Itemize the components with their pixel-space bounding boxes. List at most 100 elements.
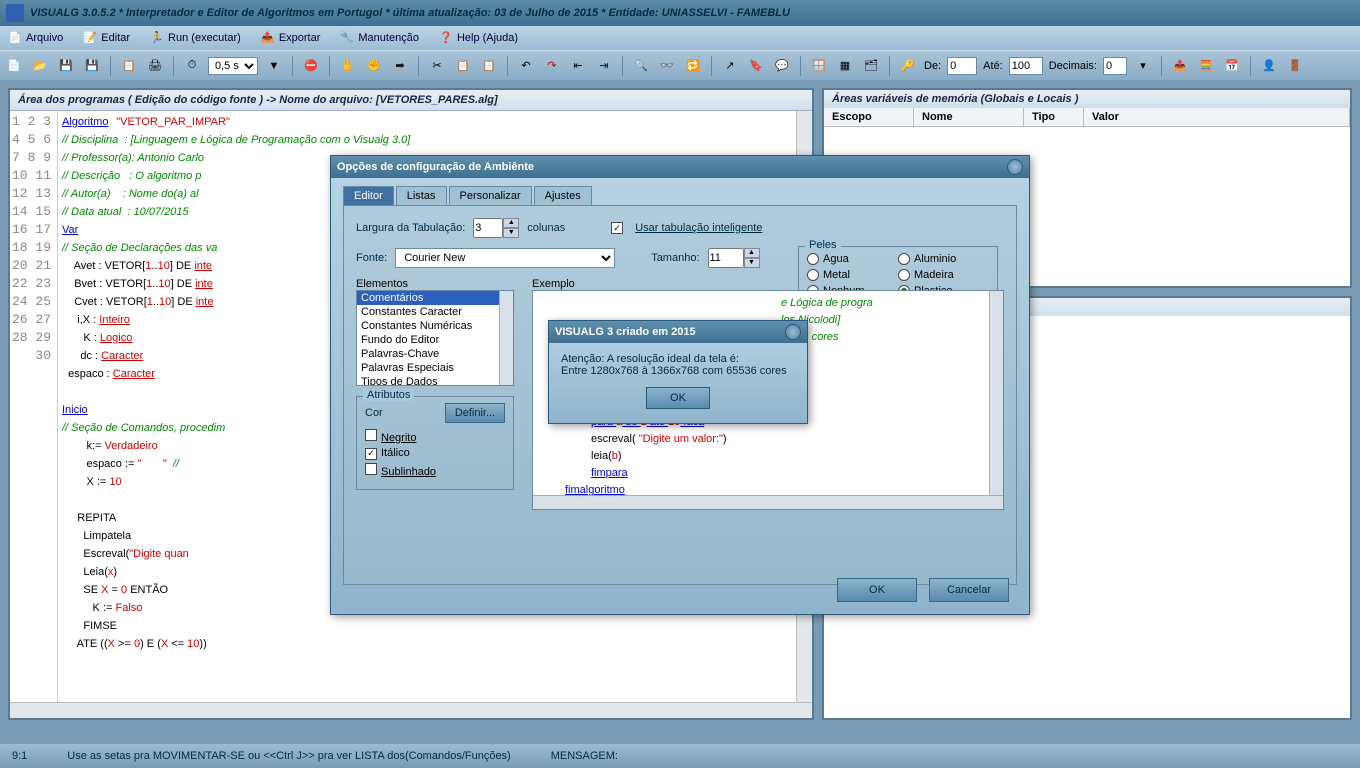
- col-valor[interactable]: Valor: [1084, 108, 1350, 126]
- copy-text-button[interactable]: 📋: [119, 56, 139, 76]
- separator: [889, 56, 890, 76]
- window-title: VISUALG 3.0.5.2 * Interpretador e Editor…: [30, 7, 790, 19]
- toolbar: 📄 📂 💾 💾 📋 🖨 ⏱ 0,5 s ▼ ⛔ ✋ ✊ ➡ ✂ 📋 📋 ↶ ↷ …: [0, 50, 1360, 80]
- replace-button[interactable]: 🔁: [683, 56, 703, 76]
- comment-button[interactable]: 💬: [772, 56, 792, 76]
- hand-button[interactable]: ✋: [338, 56, 358, 76]
- example-hscrollbar[interactable]: [533, 495, 1003, 509]
- calendar-button[interactable]: 📅: [1222, 56, 1242, 76]
- sublinhado-checkbox[interactable]: [365, 463, 377, 475]
- find-button[interactable]: 👓: [657, 56, 677, 76]
- list-item[interactable]: Fundo do Editor: [357, 333, 513, 347]
- col-escopo[interactable]: Escopo: [824, 108, 914, 126]
- separator: [800, 56, 801, 76]
- grab-button[interactable]: ✊: [364, 56, 384, 76]
- separator: [711, 56, 712, 76]
- new-button[interactable]: 📄: [4, 56, 24, 76]
- largura-input[interactable]: [473, 218, 503, 238]
- cut-button[interactable]: ✂: [427, 56, 447, 76]
- indent-left-button[interactable]: ⇤: [568, 56, 588, 76]
- open-button[interactable]: 📂: [30, 56, 50, 76]
- italico-checkbox[interactable]: [365, 448, 377, 460]
- variables-header: Escopo Nome Tipo Valor: [824, 108, 1350, 127]
- radio-metal[interactable]: [807, 269, 819, 281]
- stop-button[interactable]: ⛔: [301, 56, 321, 76]
- negrito-checkbox[interactable]: [365, 429, 377, 441]
- list-item[interactable]: Tipos de Dados: [357, 375, 513, 386]
- menu-help[interactable]: ❓Help (Ajuda): [435, 29, 522, 47]
- list-item[interactable]: Constantes Numéricas: [357, 319, 513, 333]
- paste-button[interactable]: 📋: [479, 56, 499, 76]
- radio-aluminio[interactable]: [898, 253, 910, 265]
- alert-close-icon[interactable]: [785, 324, 801, 340]
- tab-ajustes[interactable]: Ajustes: [534, 186, 592, 205]
- time-select[interactable]: 0,5 s: [208, 57, 258, 75]
- elementos-listbox[interactable]: Comentários Constantes Caracter Constant…: [356, 290, 514, 386]
- config-close-icon[interactable]: [1007, 159, 1023, 175]
- config-cancel-button[interactable]: Cancelar: [929, 578, 1009, 602]
- menu-arquivo[interactable]: 📄Arquivo: [4, 29, 67, 47]
- calc-button[interactable]: 🧮: [1196, 56, 1216, 76]
- tamanho-spinner[interactable]: ▲▼: [708, 248, 760, 268]
- list-item[interactable]: Comentários: [357, 291, 513, 305]
- tamanho-input[interactable]: [708, 248, 744, 268]
- col-tipo[interactable]: Tipo: [1024, 108, 1084, 126]
- save-dropdown[interactable]: 💾: [56, 56, 76, 76]
- alert-ok-button[interactable]: OK: [646, 387, 710, 409]
- timer-down-button[interactable]: ▼: [264, 56, 284, 76]
- spin-down-icon[interactable]: ▼: [744, 258, 760, 268]
- config-ok-button[interactable]: OK: [837, 578, 917, 602]
- cursor-position: 9:1: [12, 750, 27, 762]
- list-item[interactable]: Palavras-Chave: [357, 347, 513, 361]
- de-label: De:: [924, 60, 941, 72]
- indent-right-button[interactable]: ⇥: [594, 56, 614, 76]
- list-item[interactable]: Palavras Especiais: [357, 361, 513, 375]
- key-button[interactable]: 🔑: [898, 56, 918, 76]
- copy-button[interactable]: 📋: [453, 56, 473, 76]
- cascade-button[interactable]: 🗂: [861, 56, 881, 76]
- decimais-input[interactable]: [1103, 57, 1127, 75]
- menu-manutencao[interactable]: 🔧Manutenção: [336, 29, 423, 47]
- menu-exportar[interactable]: 📤Exportar: [257, 29, 325, 47]
- code-hscrollbar[interactable]: [10, 702, 812, 718]
- spin-up-icon[interactable]: ▲: [503, 218, 519, 228]
- undo-button[interactable]: ↶: [516, 56, 536, 76]
- radio-agua[interactable]: [807, 253, 819, 265]
- search-button[interactable]: 🔍: [631, 56, 651, 76]
- menu-editar[interactable]: 📝Editar: [79, 29, 134, 47]
- tab-listas[interactable]: Listas: [396, 186, 447, 205]
- example-vscrollbar[interactable]: [989, 291, 1003, 495]
- listbox-scrollbar[interactable]: [499, 291, 513, 385]
- timer-button[interactable]: ⏱: [182, 56, 202, 76]
- spin-up-icon[interactable]: ▲: [744, 248, 760, 258]
- window-button[interactable]: 🪟: [809, 56, 829, 76]
- save-button[interactable]: 💾: [82, 56, 102, 76]
- print-button[interactable]: 🖨: [145, 56, 165, 76]
- tab-editor[interactable]: Editor: [343, 186, 394, 205]
- wrench-icon: 🔧: [340, 31, 354, 45]
- usar-tab-checkbox[interactable]: [611, 222, 623, 234]
- list-item[interactable]: Constantes Caracter: [357, 305, 513, 319]
- ate-input[interactable]: [1009, 57, 1043, 75]
- bookmark-button[interactable]: 🔖: [746, 56, 766, 76]
- exit-button[interactable]: 🚪: [1285, 56, 1305, 76]
- largura-spinner[interactable]: ▲▼: [473, 218, 519, 238]
- spin-down-icon[interactable]: ▼: [503, 228, 519, 238]
- step-button[interactable]: ➡: [390, 56, 410, 76]
- goto-button[interactable]: ↗: [720, 56, 740, 76]
- tab-personalizar[interactable]: Personalizar: [449, 186, 532, 205]
- export-button[interactable]: 📤: [1170, 56, 1190, 76]
- config-dialog-titlebar[interactable]: Opções de configuração de Ambiênte: [331, 156, 1029, 178]
- alert-titlebar[interactable]: VISUALG 3 criado em 2015: [549, 321, 807, 343]
- definir-button[interactable]: Definir...: [445, 403, 505, 423]
- help-icon: ❓: [439, 31, 453, 45]
- redo-button[interactable]: ↷: [542, 56, 562, 76]
- de-input[interactable]: [947, 57, 977, 75]
- radio-madeira[interactable]: [898, 269, 910, 281]
- col-nome[interactable]: Nome: [914, 108, 1024, 126]
- tile-button[interactable]: ▦: [835, 56, 855, 76]
- spinner-icon[interactable]: ▾: [1133, 56, 1153, 76]
- user-button[interactable]: 👤: [1259, 56, 1279, 76]
- menu-run[interactable]: 🏃Run (executar): [146, 29, 245, 47]
- fonte-select[interactable]: Courier New: [395, 248, 615, 268]
